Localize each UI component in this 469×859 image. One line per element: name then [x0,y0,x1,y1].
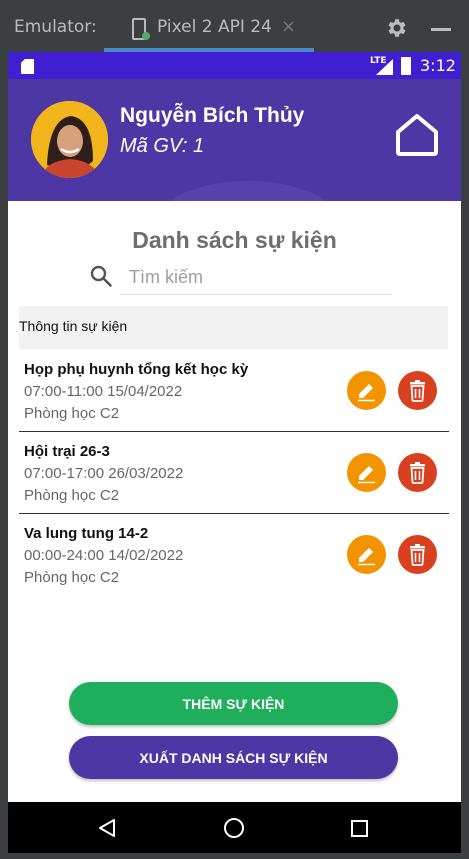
battery-icon [401,57,411,75]
section-label: Thông tin sự kiện [19,318,128,334]
add-event-button[interactable]: THÊM SỰ KIỆN [69,682,398,725]
event-time: 07:00-17:00 26/03/2022 [24,465,184,482]
device-screen: LTE 3:12 Nguyễn Bích Thủy Mã GV: 1 Danh … [8,52,461,853]
delete-event-button[interactable] [398,371,437,410]
device-running-indicator [142,32,150,40]
sd-card-icon [21,59,34,74]
gear-icon[interactable] [384,16,408,40]
device-tab-label: Pixel 2 API 24 [157,17,272,37]
event-item[interactable]: Hội trại 26-3 07:00-17:00 26/03/2022 Phò… [19,432,449,514]
emulator-window: Emulator: Pixel 2 API 24 × LTE 3:12 Nguy… [0,0,469,859]
user-name: Nguyễn Bích Thủy [120,104,305,127]
edit-icon [358,466,375,484]
event-time: 00:00-24:00 14/02/2022 [24,547,184,564]
event-room: Phòng học C2 [24,569,120,586]
search-icon [90,265,112,287]
trash-icon [410,462,425,484]
trash-icon [410,380,425,402]
teacher-id: Mã GV: 1 [120,135,205,157]
minimize-button[interactable] [431,28,451,31]
home-icon[interactable] [394,112,440,156]
emulator-toolbar: Emulator: Pixel 2 API 24 × [0,0,469,52]
event-room: Phòng học C2 [24,487,120,504]
event-room: Phòng học C2 [24,405,120,422]
search-input[interactable] [121,261,392,295]
event-title: Họp phụ huynh tổng kết học kỳ [24,361,249,378]
event-title: Va lung tung 14-2 [24,525,149,542]
emulator-title: Emulator: [14,17,97,37]
event-time: 07:00-11:00 15/04/2022 [24,383,183,400]
edit-icon [358,548,375,566]
events-section-header: Thông tin sự kiện [19,306,448,349]
back-icon[interactable] [98,818,116,838]
edit-event-button[interactable] [347,453,386,492]
status-clock: 3:12 [420,56,456,75]
header-decoration [158,181,338,201]
event-item[interactable]: Va lung tung 14-2 00:00-24:00 14/02/2022… [19,514,449,596]
edit-event-button[interactable] [347,535,386,574]
event-title: Hội trại 26-3 [24,443,110,460]
home-nav-icon[interactable] [223,817,245,839]
status-bar: LTE 3:12 [8,52,461,79]
avatar-image [31,101,108,178]
avatar[interactable] [31,101,108,178]
trash-icon [410,544,425,566]
delete-event-button[interactable] [398,535,437,574]
delete-event-button[interactable] [398,453,437,492]
close-icon[interactable]: × [281,16,296,37]
edit-event-button[interactable] [347,371,386,410]
recents-icon[interactable] [351,820,368,837]
network-type: LTE [370,56,387,66]
event-item[interactable]: Họp phụ huynh tổng kết học kỳ 07:00-11:0… [19,350,449,432]
export-events-button[interactable]: XUẤT DANH SÁCH SỰ KIỆN [69,736,398,779]
page-title: Danh sách sự kiện [132,227,337,253]
navigation-bar [8,802,461,853]
device-tab[interactable]: Pixel 2 API 24 × [104,8,314,52]
profile-header: Nguyễn Bích Thủy Mã GV: 1 [8,79,461,201]
edit-icon [358,384,375,402]
